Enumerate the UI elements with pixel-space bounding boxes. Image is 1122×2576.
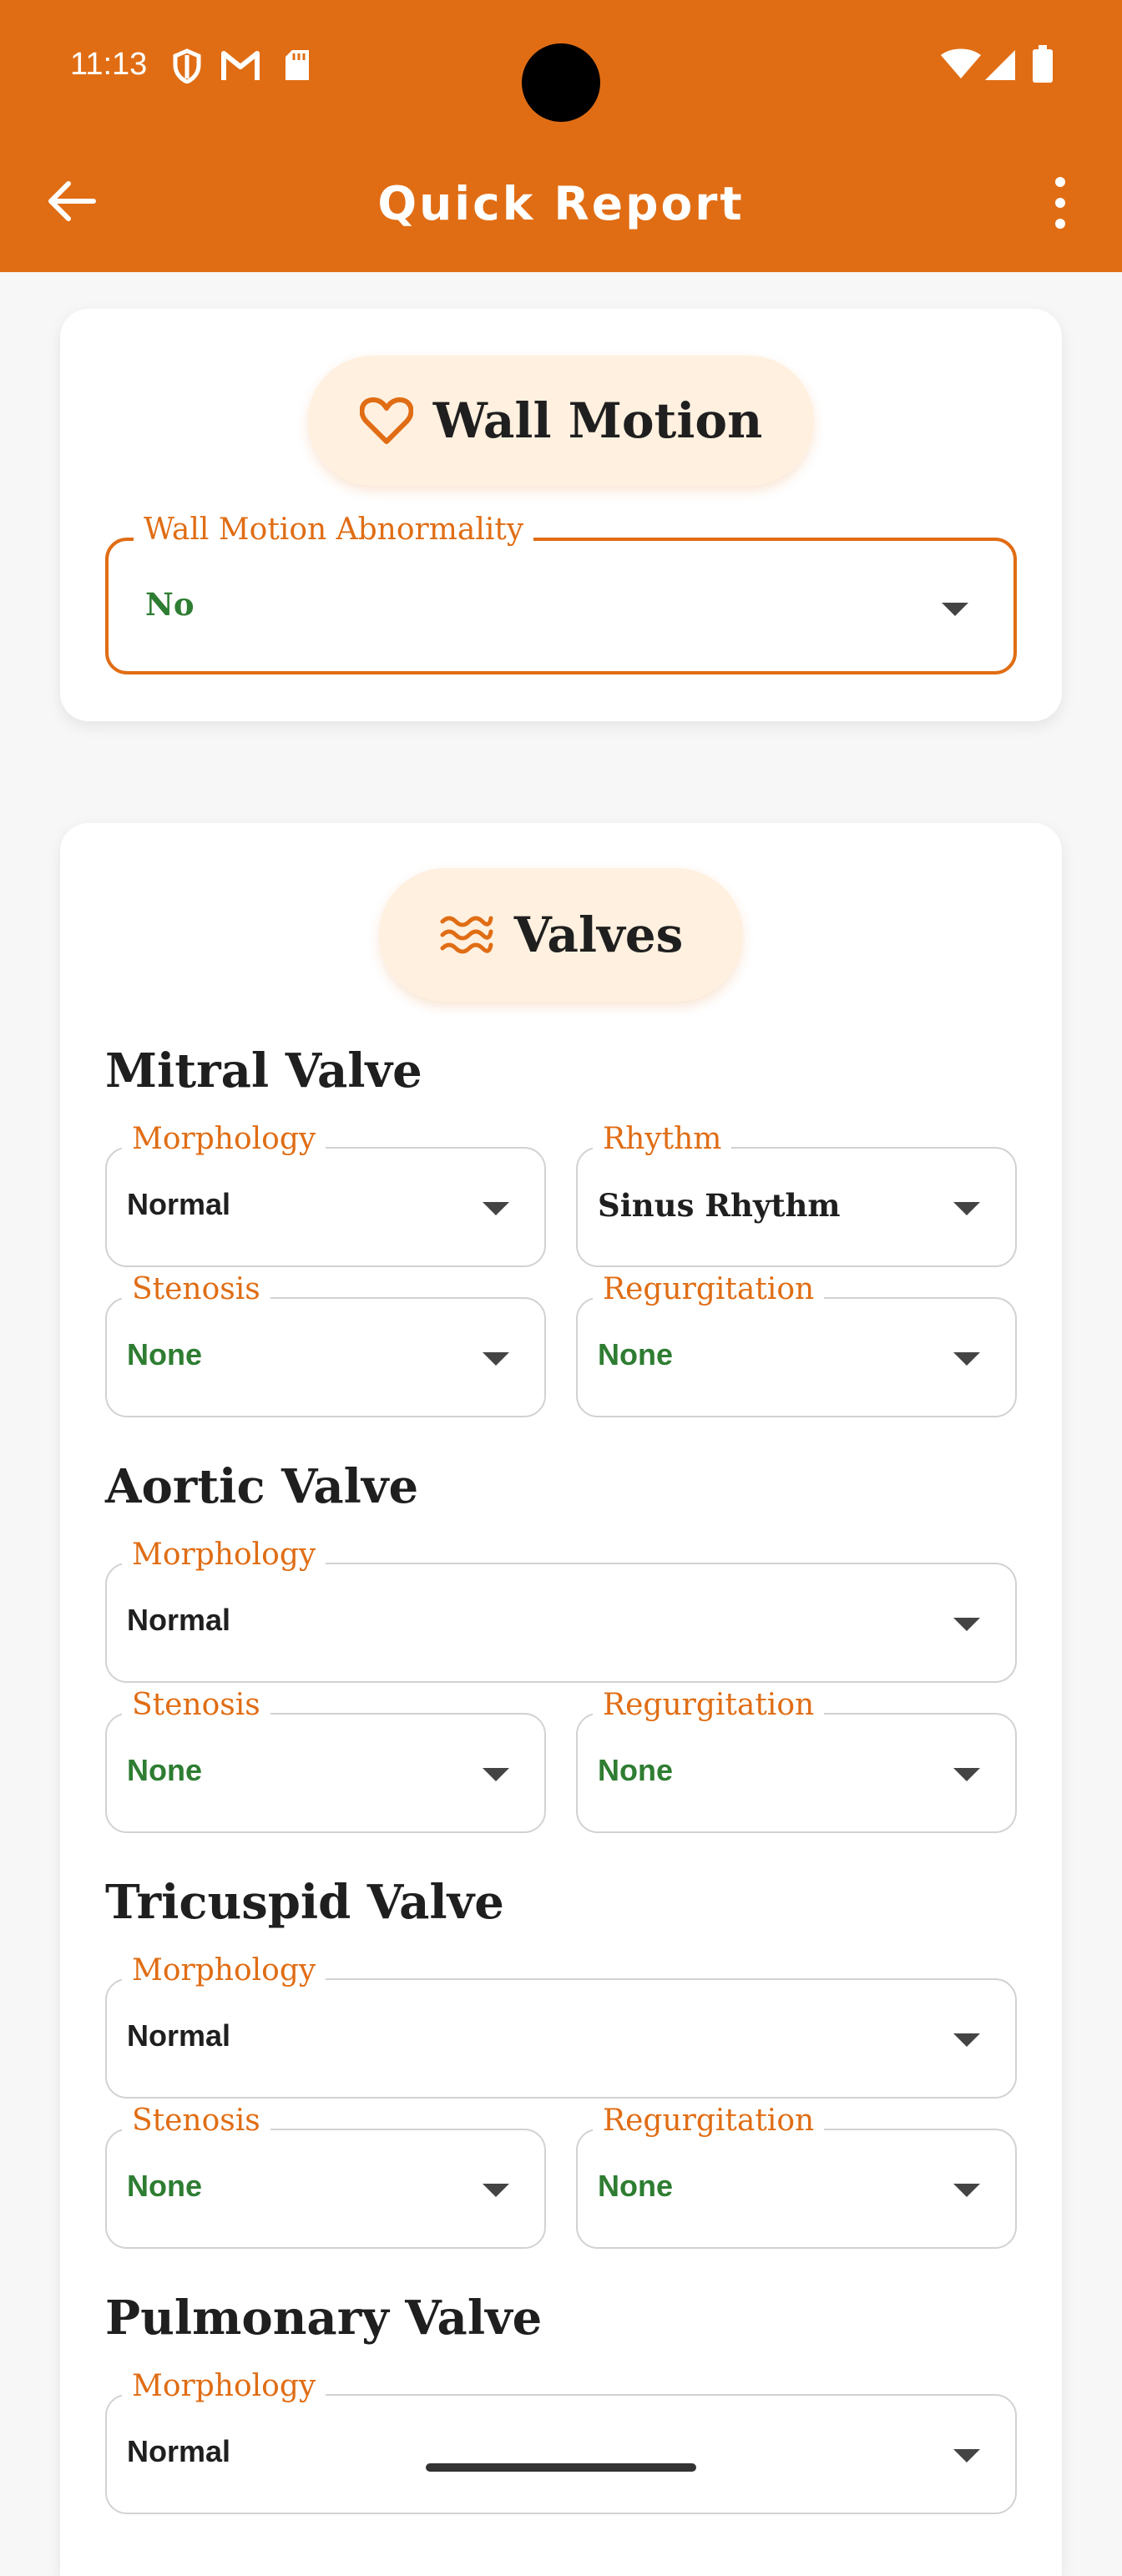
sd-card-status-icon bbox=[286, 50, 309, 80]
aortic-regurgitation-dropdown[interactable]: Regurgitation None bbox=[576, 1688, 1017, 1833]
more-vert-icon[interactable] bbox=[1044, 174, 1077, 232]
tricuspid-regurgitation-dropdown[interactable]: Regurgitation None bbox=[576, 2104, 1017, 2249]
caret-down-icon bbox=[483, 1202, 509, 1215]
caret-down-icon bbox=[942, 603, 968, 616]
mitral-regurgitation-value: None bbox=[598, 1337, 673, 1371]
battery-status-icon bbox=[1033, 45, 1053, 83]
wall-motion-card: Wall Motion Wall Motion Abnormality No bbox=[60, 309, 1062, 721]
tricuspid-stenosis-dropdown[interactable]: Stenosis None bbox=[105, 2104, 546, 2249]
aortic-valve-title: Aortic Valve bbox=[105, 1459, 419, 1514]
gmail-status-icon bbox=[221, 51, 260, 80]
caret-down-icon bbox=[483, 2184, 509, 2197]
tricuspid-regurgitation-value: None bbox=[598, 2169, 673, 2203]
valves-heading: Valves bbox=[513, 907, 684, 963]
tricuspid-morphology-dropdown[interactable]: Morphology Normal bbox=[105, 1953, 1017, 2099]
tricuspid-morphology-value: Normal bbox=[127, 2018, 231, 2053]
wall-motion-abnormality-dropdown[interactable]: Wall Motion Abnormality No bbox=[105, 513, 1017, 674]
home-gesture-bar[interactable] bbox=[426, 2463, 696, 2472]
pulmonary-valve-title: Pulmonary Valve bbox=[105, 2291, 543, 2346]
valves-heading-pill: Valves bbox=[379, 868, 743, 1002]
caret-down-icon bbox=[953, 1768, 980, 1781]
mitral-stenosis-label: Stenosis bbox=[122, 1272, 270, 1306]
wifi-status-icon bbox=[941, 48, 981, 78]
mitral-stenosis-value: None bbox=[127, 1337, 202, 1371]
pulmonary-morphology-value: Normal bbox=[127, 2434, 231, 2468]
shield-status-icon bbox=[173, 48, 201, 83]
camera-cutout bbox=[522, 43, 600, 122]
signal-status-icon bbox=[985, 50, 1015, 80]
aortic-stenosis-value: None bbox=[127, 1753, 202, 1787]
wall-motion-heading-pill: Wall Motion bbox=[308, 356, 814, 486]
mitral-morphology-label: Morphology bbox=[122, 1122, 326, 1156]
mitral-rhythm-dropdown[interactable]: Rhythm Sinus Rhythm bbox=[576, 1122, 1017, 1267]
mitral-stenosis-dropdown[interactable]: Stenosis None bbox=[105, 1272, 546, 1417]
waves-icon bbox=[440, 916, 493, 954]
caret-down-icon bbox=[483, 1352, 509, 1366]
mitral-morphology-value: Normal bbox=[127, 1187, 231, 1221]
mitral-regurgitation-label: Regurgitation bbox=[593, 1272, 825, 1306]
tricuspid-morphology-label: Morphology bbox=[122, 1953, 326, 1988]
mitral-rhythm-value: Sinus Rhythm bbox=[598, 1187, 841, 1224]
mitral-rhythm-label: Rhythm bbox=[593, 1122, 732, 1156]
wall-motion-heading: Wall Motion bbox=[432, 392, 763, 449]
caret-down-icon bbox=[953, 2184, 980, 2197]
app-bar: 11:13 Quick Report bbox=[0, 0, 1122, 272]
heart-outline-icon bbox=[359, 397, 413, 444]
screen-title: Quick Report bbox=[377, 177, 745, 230]
aortic-regurgitation-label: Regurgitation bbox=[593, 1688, 825, 1722]
pulmonary-morphology-label: Morphology bbox=[122, 2369, 326, 2403]
mitral-valve-title: Mitral Valve bbox=[105, 1043, 422, 1099]
aortic-regurgitation-value: None bbox=[598, 1753, 673, 1787]
caret-down-icon bbox=[953, 1202, 980, 1215]
mitral-morphology-dropdown[interactable]: Morphology Normal bbox=[105, 1122, 546, 1267]
caret-down-icon bbox=[953, 1352, 980, 1366]
tricuspid-valve-title: Tricuspid Valve bbox=[105, 1875, 504, 1930]
wall-motion-abnormality-label: Wall Motion Abnormality bbox=[134, 513, 534, 547]
status-time: 11:13 bbox=[70, 47, 148, 82]
caret-down-icon bbox=[483, 1768, 509, 1781]
valves-card: Valves Mitral Valve Morphology Normal Rh… bbox=[60, 823, 1062, 2576]
wall-motion-abnormality-value: No bbox=[145, 586, 195, 623]
aortic-morphology-dropdown[interactable]: Morphology Normal bbox=[105, 1538, 1017, 1683]
tricuspid-stenosis-value: None bbox=[127, 2169, 202, 2203]
aortic-morphology-label: Morphology bbox=[122, 1538, 326, 1572]
tricuspid-regurgitation-label: Regurgitation bbox=[593, 2104, 825, 2138]
aortic-stenosis-dropdown[interactable]: Stenosis None bbox=[105, 1688, 546, 1833]
caret-down-icon bbox=[953, 2449, 980, 2462]
caret-down-icon bbox=[953, 1618, 980, 1631]
tricuspid-stenosis-label: Stenosis bbox=[122, 2104, 270, 2138]
mitral-regurgitation-dropdown[interactable]: Regurgitation None bbox=[576, 1272, 1017, 1417]
pulmonary-morphology-dropdown[interactable]: Morphology Normal bbox=[105, 2369, 1017, 2514]
caret-down-icon bbox=[953, 2033, 980, 2047]
aortic-morphology-value: Normal bbox=[127, 1603, 231, 1637]
aortic-stenosis-label: Stenosis bbox=[122, 1688, 270, 1722]
